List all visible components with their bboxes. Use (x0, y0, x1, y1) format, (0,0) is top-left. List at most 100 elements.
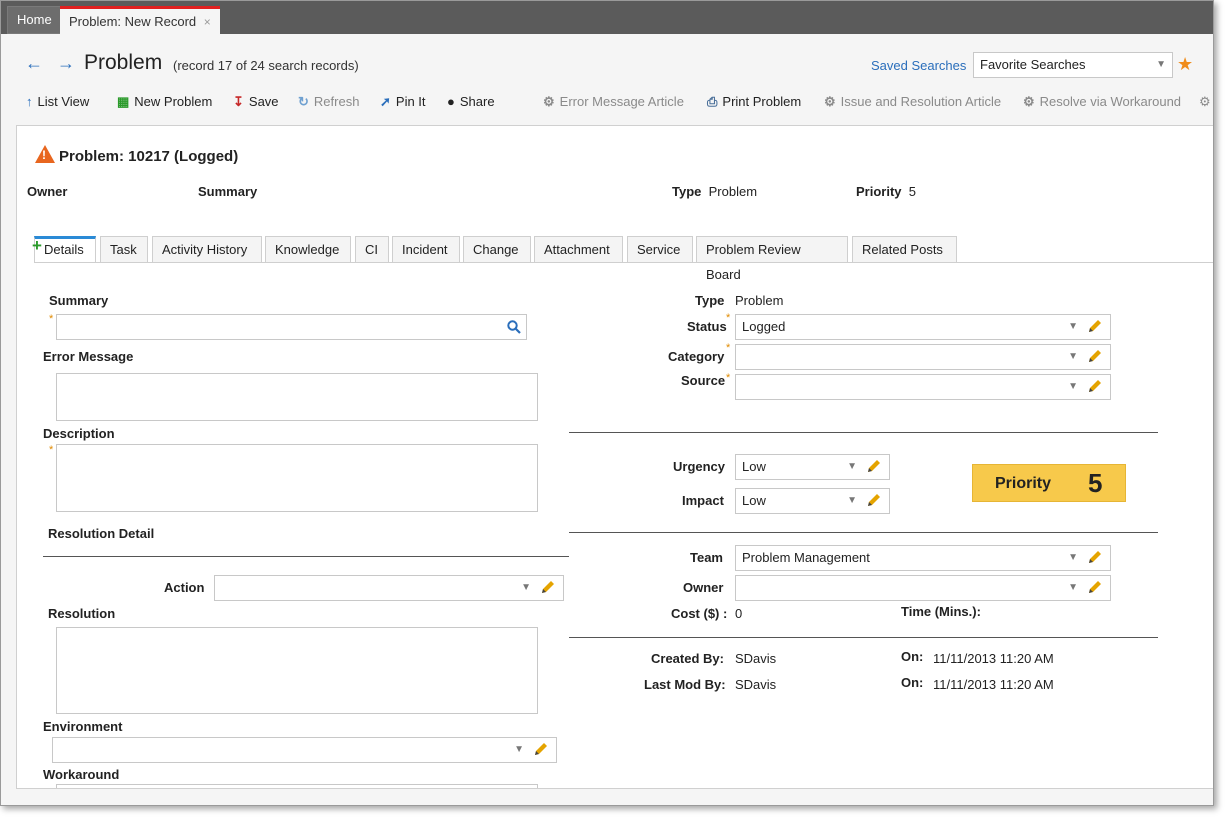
tab-task[interactable]: Task (100, 236, 148, 263)
required-marker: * (726, 372, 731, 384)
tab-details[interactable]: + Details (32, 236, 96, 263)
header-summary-label: Summary (198, 184, 258, 199)
environment-label: Environment (43, 719, 123, 734)
issue-resolution-article-button[interactable]: ⚙ Issue and Resolution Article (824, 94, 1001, 110)
search-icon[interactable] (507, 320, 521, 334)
last-mod-on-label: On: (901, 675, 924, 690)
chevron-down-icon: ▼ (1068, 321, 1078, 332)
header-priority: Priority 5 (856, 184, 916, 199)
list-view-button[interactable]: ↑ List View (26, 94, 89, 109)
last-mod-by-value: SDavis (735, 677, 777, 692)
save-button[interactable]: ↧ Save (233, 94, 279, 110)
urgency-label: Urgency (673, 459, 726, 474)
team-select[interactable]: Problem Management ▼ (735, 545, 1111, 571)
tab-service[interactable]: Service (627, 236, 693, 263)
cost-value: 0 (735, 606, 743, 621)
tab-ci[interactable]: CI (355, 236, 389, 263)
pin-icon: ➚ (380, 94, 391, 109)
resolution-label: Resolution (48, 606, 116, 621)
tab-change[interactable]: Change (463, 236, 531, 263)
resolve-workaround-button[interactable]: ⚙ Resolve via Workaround (1023, 94, 1181, 110)
pencil-icon[interactable] (865, 457, 883, 475)
tab-knowledge[interactable]: Knowledge (265, 236, 351, 263)
gears-icon: ⚙ (1023, 94, 1035, 109)
new-problem-button[interactable]: ▦ New Problem (117, 94, 212, 110)
priority-badge: Priority 5 (972, 464, 1126, 502)
saved-searches-link[interactable]: Saved Searches (871, 58, 966, 73)
print-problem-button[interactable]: ⎙ Print Problem (707, 94, 801, 110)
action-select[interactable]: ▼ (214, 575, 564, 601)
pencil-icon[interactable] (1086, 377, 1104, 395)
chevron-down-icon: ▼ (1068, 582, 1078, 593)
record-title-text: Problem: 10217 (Logged) (59, 148, 239, 165)
owner-select[interactable]: ▼ (735, 575, 1111, 601)
description-field[interactable] (56, 444, 538, 512)
pencil-icon[interactable] (1086, 347, 1104, 365)
list-view-label: List View (37, 94, 90, 109)
summary-input[interactable] (56, 314, 527, 340)
pencil-icon[interactable] (1086, 548, 1104, 566)
tab-incident[interactable]: Incident (392, 236, 460, 263)
share-button[interactable]: ● Share (447, 94, 495, 109)
save-icon: ↧ (233, 94, 244, 109)
error-message-field[interactable] (56, 373, 538, 421)
forward-arrow-icon[interactable]: → (57, 53, 75, 74)
status-value: Logged (742, 319, 786, 334)
chevron-down-icon: ▼ (1156, 59, 1166, 70)
workaround-field[interactable] (56, 784, 538, 788)
favorite-searches-select[interactable]: Favorite Searches ▼ (973, 52, 1173, 78)
chevron-down-icon: ▼ (1068, 351, 1078, 362)
chevron-down-icon: ▼ (847, 495, 857, 506)
tab-problem-review-board[interactable]: Problem Review Board (696, 236, 848, 282)
refresh-label: Refresh (313, 94, 360, 109)
header-owner-label: Owner (27, 184, 68, 199)
owner-label: Owner (683, 580, 724, 595)
pencil-icon[interactable] (539, 578, 557, 596)
pencil-icon[interactable] (865, 491, 883, 509)
team-label: Team (690, 550, 723, 565)
tab-divider (34, 262, 1213, 263)
pencil-icon[interactable] (532, 740, 550, 758)
new-problem-label: New Problem (134, 94, 213, 109)
chevron-down-icon: ▼ (1068, 381, 1078, 392)
chevron-down-icon: ▼ (521, 582, 531, 593)
warning-icon: ! (35, 145, 55, 163)
star-icon[interactable]: ★ (1177, 54, 1193, 75)
tab-attachment[interactable]: Attachment (534, 236, 623, 263)
chevron-down-icon: ▼ (1068, 552, 1078, 563)
category-select[interactable]: ▼ (735, 344, 1111, 370)
required-marker: * (726, 342, 731, 354)
gear-icon: ⚙ (543, 94, 555, 109)
resolution-detail-label: Resolution Detail (48, 526, 155, 541)
tab-home[interactable]: Home (7, 6, 62, 34)
tab-related-posts[interactable]: Related Posts (852, 236, 957, 263)
section-divider (569, 432, 1158, 433)
printer-icon: ⎙ (707, 94, 718, 109)
error-message-article-button[interactable]: ⚙ Error Message Article (543, 94, 684, 110)
action-label: Action (164, 580, 205, 595)
pin-it-button[interactable]: ➚ Pin It (380, 94, 426, 110)
close-icon[interactable]: × (204, 15, 211, 29)
impact-label: Impact (682, 493, 724, 508)
source-select[interactable]: ▼ (735, 374, 1111, 400)
tab-activity-history[interactable]: Activity History (152, 236, 262, 263)
tab-label: Problem: New Record (69, 14, 197, 29)
team-value: Problem Management (742, 550, 870, 565)
section-divider (569, 532, 1158, 533)
impact-value: Low (742, 493, 766, 508)
impact-select[interactable]: Low ▼ (735, 488, 890, 514)
more-actions-icon[interactable]: ⚙ (1199, 94, 1211, 110)
favorite-searches-value: Favorite Searches (980, 57, 1086, 72)
environment-select[interactable]: ▼ (52, 737, 557, 763)
resolution-field[interactable] (56, 627, 538, 714)
plus-icon: + (32, 236, 42, 255)
pencil-icon[interactable] (1086, 317, 1104, 335)
required-marker: * (726, 312, 731, 324)
back-arrow-icon[interactable]: ← (25, 53, 43, 74)
pin-it-label: Pin It (395, 94, 426, 109)
tab-problem-new-record[interactable]: Problem: New Record × (60, 6, 220, 34)
refresh-button[interactable]: ↻ Refresh (298, 94, 359, 110)
urgency-select[interactable]: Low ▼ (735, 454, 890, 480)
status-select[interactable]: Logged ▼ (735, 314, 1111, 340)
pencil-icon[interactable] (1086, 578, 1104, 596)
